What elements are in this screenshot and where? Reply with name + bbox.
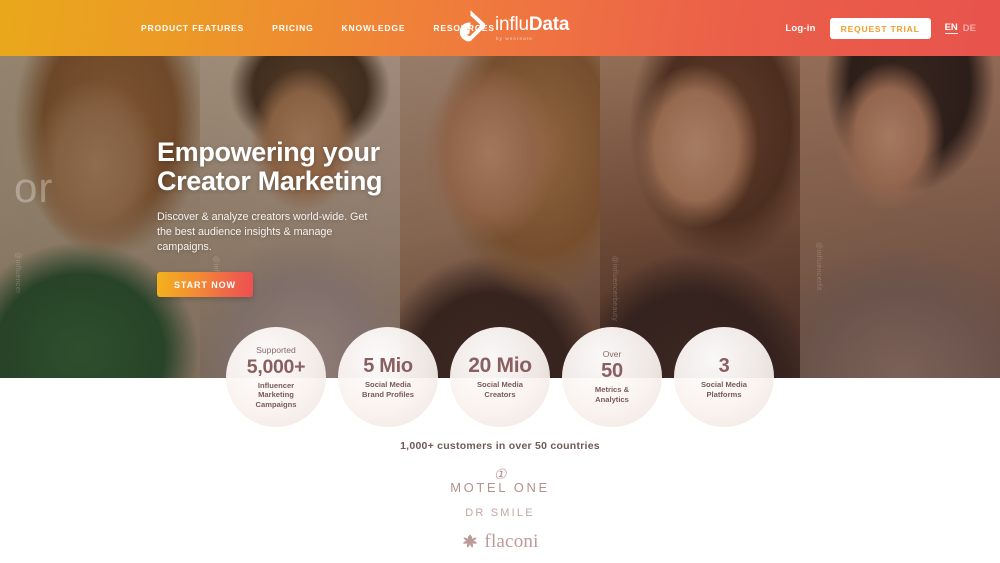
motel-one-wordmark: Motel One [450,480,550,495]
stat-value: 5,000+ [246,355,306,378]
language-switcher: EN DE [944,22,976,34]
language-option-de[interactable]: DE [963,23,976,34]
infludata-pin-logo-icon [459,10,486,42]
stat-card-creators[interactable]: 20 Mio Social Media Creators [450,327,550,427]
logo-word-bold: Data [528,13,570,35]
hero-watermark-3: @influencerbeauty [611,256,618,322]
flaconi-flower-icon [463,534,478,548]
stat-label-line-2: Marketing [258,390,294,400]
stat-card-metrics[interactable]: Over 50 Metrics & Analytics [562,327,662,427]
stat-value: 50 [601,360,623,383]
start-now-button[interactable]: START NOW [157,272,253,297]
hero-headline-line-2: Creator Marketing [157,166,383,196]
stat-prefix: Over [602,349,622,360]
hero-headline: Empowering your Creator Marketing [157,138,497,196]
dr-smile-wordmark: DR SMILE [465,507,535,519]
logo-word-light: influ [495,13,529,35]
stat-label: Metrics & Analytics [595,385,629,404]
nav-item-product-features[interactable]: PRODUCT FEATURES [141,23,244,33]
stat-label-line-2: Analytics [595,395,629,404]
hero-watermark-1: @influencer [14,252,21,294]
nav-item-knowledge[interactable]: KNOWLEDGE [342,23,406,33]
stat-label-line-2: Platforms [706,389,742,399]
login-link[interactable]: Log-in [785,23,815,34]
customer-logo-row: ① Motel One DR SMILE flaconi [0,469,1000,553]
logo-tagline: by wecreate [496,35,533,41]
stat-label: Social Media Creators [477,380,523,399]
language-option-en[interactable]: EN [944,22,958,34]
site-logo[interactable]: influData by wecreate [459,8,569,44]
stat-label-line-1: Influencer [257,380,295,390]
stat-card-campaigns[interactable]: Supported 5,000+ Influencer Marketing Ca… [226,327,326,427]
stat-label-line-1: Metrics & [594,385,630,395]
hero-content: Empowering your Creator Marketing Discov… [157,138,497,297]
stat-label-line-2: Creators [484,389,516,399]
stat-card-platforms[interactable]: 3 Social Media Platforms [674,327,774,427]
logo-text-block: influData by wecreate [495,12,569,41]
stat-card-brand-profiles[interactable]: 5 Mio Social Media Brand Profiles [338,327,438,427]
hero-watermark-4: @influencerfit [815,242,822,291]
stat-label-line-1: Social Media [364,379,411,389]
logo-wordmark: influData [495,13,570,35]
stat-value: 20 Mio [468,353,532,377]
hero-subheadline: Discover & analyze creators world-wide. … [157,211,368,253]
header-actions: Log-in REQUEST TRIAL EN DE [785,17,976,39]
stat-value: 3 [718,354,730,377]
stat-value: 5 Mio [363,354,413,377]
stat-label-line-1: Social Media [700,379,747,389]
hero-headline-line-1: Empowering your [157,137,380,167]
stat-label: Influencer Marketing Campaigns [256,381,297,410]
stat-label-line-1: Social Media [476,379,523,389]
site-header: PRODUCT FEATURES PRICING KNOWLEDGE RESOU… [0,0,1000,56]
stat-label-line-3: Campaigns [255,399,297,409]
stat-label: Social Media Platforms [701,380,747,399]
customers-heading: 1,000+ customers in over 50 countries [400,440,600,452]
stat-label: Social Media Brand Profiles [362,380,414,399]
customer-logo-flaconi: flaconi [461,531,538,553]
nav-item-pricing[interactable]: PRICING [272,23,313,33]
request-trial-button[interactable]: REQUEST TRIAL [829,17,931,39]
flaconi-wordmark: flaconi [484,531,539,552]
stat-label-line-2: Brand Profiles [362,389,414,399]
customer-logo-motel-one: ① Motel One [450,469,550,496]
primary-navigation: PRODUCT FEATURES PRICING KNOWLEDGE RESOU… [141,23,495,33]
customers-section: 1,000+ customers in over 50 countries ① … [0,440,1000,553]
hero-background-text: or [14,164,54,211]
customer-logo-dr-smile: DR SMILE [465,507,535,519]
stat-prefix: Supported [256,344,296,355]
